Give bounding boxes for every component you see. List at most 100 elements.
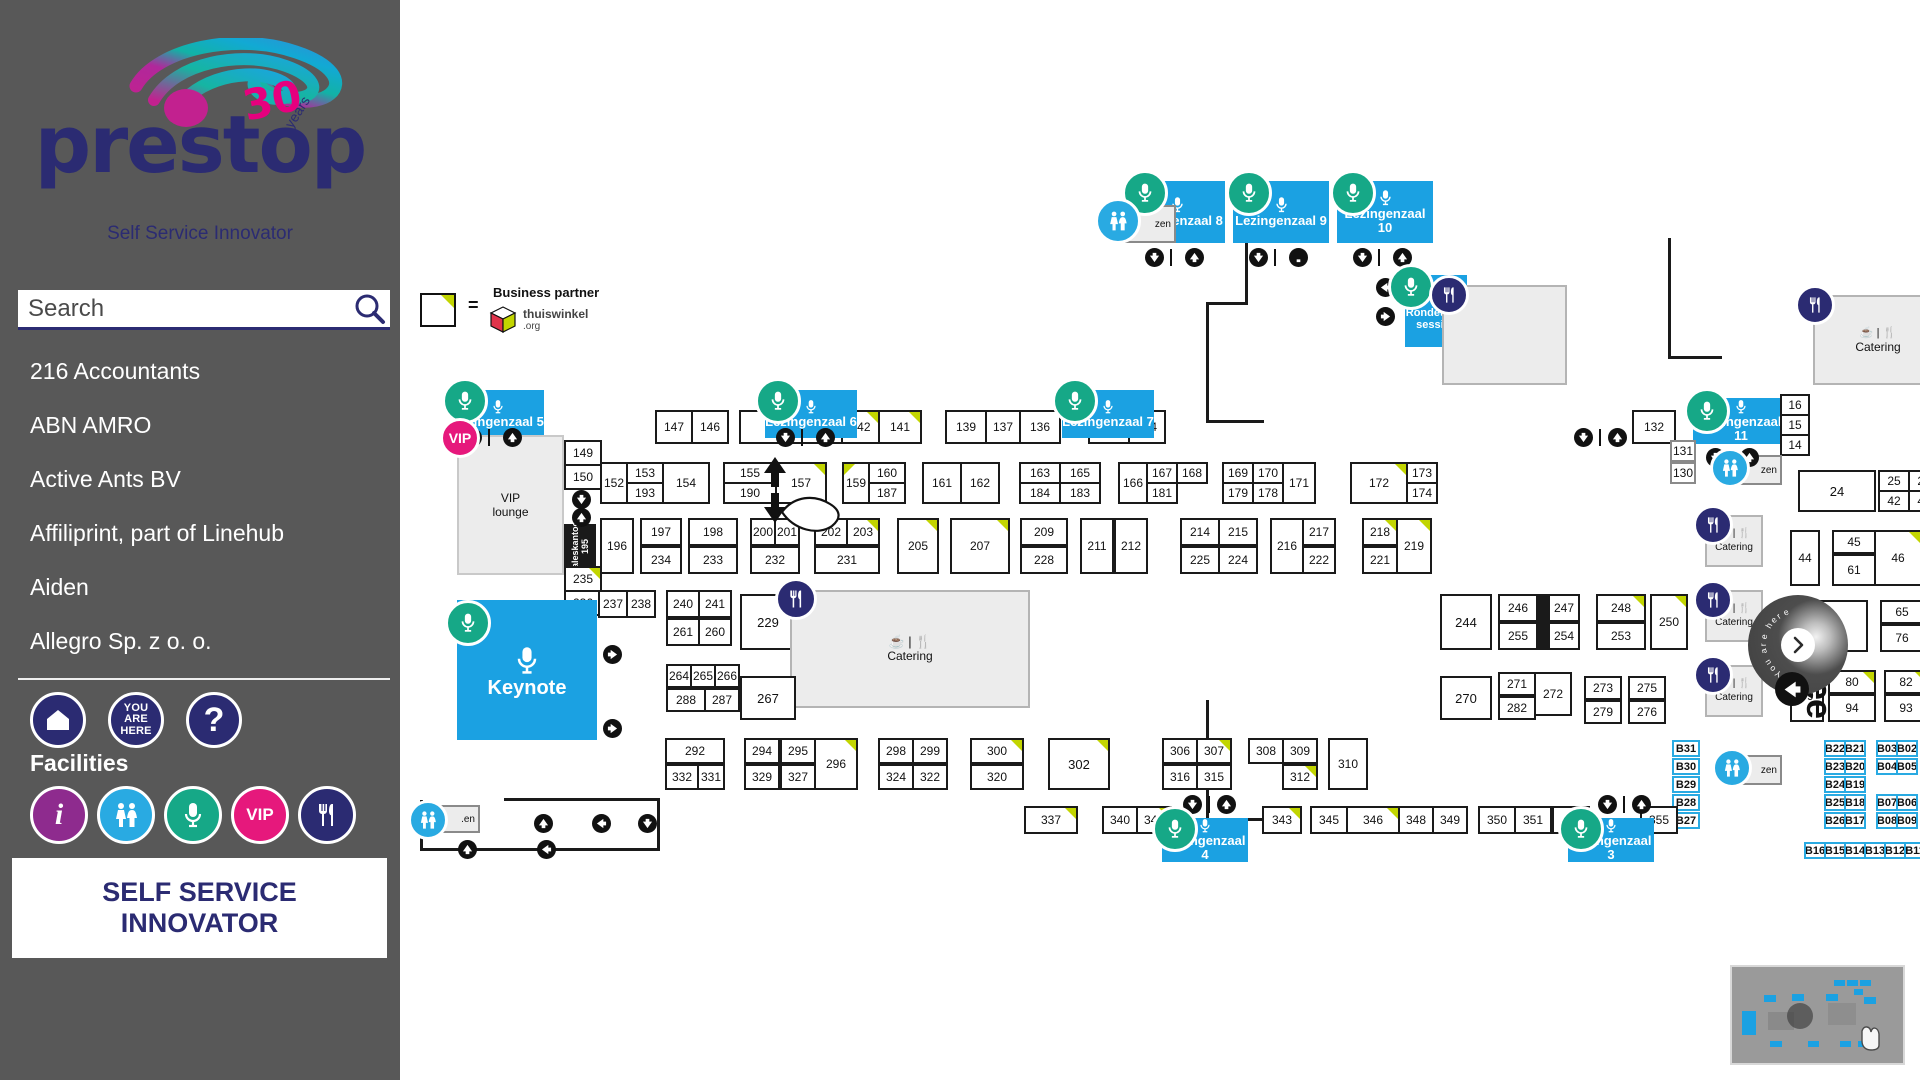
- booth[interactable]: 132: [1632, 410, 1676, 444]
- booth[interactable]: 349: [1432, 806, 1468, 834]
- booth[interactable]: 209: [1020, 518, 1068, 546]
- direction-marker-right[interactable]: [603, 719, 622, 738]
- booth[interactable]: 234: [640, 546, 682, 574]
- booth[interactable]: B31: [1672, 740, 1700, 757]
- pin-microphone[interactable]: [1558, 806, 1604, 852]
- booth[interactable]: B22: [1824, 740, 1846, 757]
- booth[interactable]: 65: [1880, 600, 1920, 624]
- booth[interactable]: 141: [878, 410, 922, 444]
- booth[interactable]: 320: [970, 764, 1024, 790]
- pin-microphone[interactable]: [442, 378, 488, 424]
- direction-marker-up[interactable]: [534, 814, 553, 833]
- booth[interactable]: 211: [1080, 518, 1114, 574]
- booth[interactable]: 203: [846, 518, 880, 546]
- booth[interactable]: 130: [1670, 462, 1696, 484]
- booth[interactable]: B11: [1904, 842, 1920, 859]
- booth[interactable]: B17: [1844, 812, 1866, 829]
- booth[interactable]: 264: [666, 664, 692, 688]
- booth[interactable]: 310: [1328, 738, 1368, 790]
- booth[interactable]: 315: [1196, 764, 1232, 790]
- booth[interactable]: 170: [1252, 462, 1284, 484]
- pin-catering[interactable]: [775, 578, 817, 620]
- pin-vip[interactable]: VIP: [440, 418, 480, 458]
- booth[interactable]: 217: [1302, 518, 1336, 546]
- booth[interactable]: B06: [1896, 794, 1918, 811]
- booth[interactable]: B05: [1896, 758, 1918, 775]
- booth[interactable]: 82: [1884, 670, 1920, 694]
- booth[interactable]: 147: [655, 410, 693, 444]
- booth[interactable]: 221: [1362, 546, 1398, 574]
- booth[interactable]: 150: [564, 464, 602, 490]
- direction-marker-down[interactable]: [572, 490, 591, 509]
- pin-restroom[interactable]: [408, 800, 448, 840]
- booth[interactable]: 42: [1878, 490, 1910, 512]
- booth[interactable]: 15: [1780, 414, 1810, 436]
- booth[interactable]: 292: [665, 738, 725, 764]
- pin-catering[interactable]: [1693, 655, 1733, 695]
- booth[interactable]: 184: [1019, 482, 1061, 504]
- booth[interactable]: 272: [1534, 672, 1572, 716]
- booth[interactable]: 76: [1880, 624, 1920, 652]
- booth[interactable]: 163: [1019, 462, 1061, 484]
- booth[interactable]: 146: [691, 410, 729, 444]
- booth[interactable]: 287: [704, 688, 740, 712]
- booth[interactable]: 173: [1406, 462, 1438, 484]
- booth[interactable]: 266: [714, 664, 740, 688]
- booth[interactable]: 294: [744, 738, 780, 764]
- booth[interactable]: B20: [1844, 758, 1866, 775]
- list-item[interactable]: ABN AMRO: [30, 398, 390, 452]
- pin-microphone[interactable]: [1684, 388, 1730, 434]
- booth[interactable]: 282: [1498, 696, 1536, 720]
- direction-marker-up[interactable]: [816, 428, 835, 447]
- booth[interactable]: 169: [1222, 462, 1254, 484]
- booth[interactable]: 172: [1350, 462, 1408, 504]
- booth[interactable]: 160: [868, 462, 906, 484]
- booth[interactable]: 279: [1584, 700, 1622, 724]
- direction-marker-down[interactable]: [1574, 428, 1593, 447]
- search-input[interactable]: [18, 290, 350, 327]
- booth[interactable]: 136: [1019, 410, 1061, 444]
- booth[interactable]: B09: [1896, 812, 1918, 829]
- booth[interactable]: 332: [665, 764, 699, 790]
- booth[interactable]: 261: [666, 618, 700, 646]
- direction-marker-up[interactable]: [503, 428, 522, 447]
- booth[interactable]: 276: [1628, 700, 1666, 724]
- booth[interactable]: 154: [662, 462, 710, 504]
- pin-catering[interactable]: [1795, 285, 1835, 325]
- booth[interactable]: B07: [1876, 794, 1898, 811]
- booth[interactable]: B19: [1844, 776, 1866, 793]
- booth[interactable]: 298: [878, 738, 914, 764]
- hall-catering-center[interactable]: ☕ | 🍴 Catering: [790, 590, 1030, 708]
- booth[interactable]: B14: [1844, 842, 1866, 859]
- booth[interactable]: 162: [960, 462, 1000, 504]
- booth[interactable]: 216: [1270, 518, 1304, 574]
- booth[interactable]: 308: [1248, 738, 1284, 764]
- booth[interactable]: B29: [1672, 776, 1700, 793]
- direction-marker-down[interactable]: [1353, 248, 1372, 267]
- booth[interactable]: 309: [1282, 738, 1318, 764]
- pin-restroom[interactable]: [1710, 448, 1750, 488]
- facility-lecture-hall-button[interactable]: [164, 786, 222, 844]
- booth[interactable]: 61: [1832, 554, 1876, 586]
- booth[interactable]: 26: [1908, 470, 1920, 492]
- booth[interactable]: 329: [744, 764, 780, 790]
- booth[interactable]: 214: [1180, 518, 1220, 546]
- booth[interactable]: B23: [1824, 758, 1846, 775]
- booth[interactable]: 316: [1162, 764, 1198, 790]
- booth[interactable]: 300: [970, 738, 1024, 764]
- facility-information-button[interactable]: i: [30, 786, 88, 844]
- booth[interactable]: 270: [1440, 676, 1492, 720]
- booth[interactable]: 198: [688, 518, 738, 546]
- booth[interactable]: 296: [814, 738, 858, 790]
- booth[interactable]: 215: [1218, 518, 1258, 546]
- booth[interactable]: 168: [1176, 462, 1208, 484]
- booth[interactable]: 197: [640, 518, 682, 546]
- booth[interactable]: 41: [1908, 490, 1920, 512]
- booth[interactable]: 238: [626, 590, 656, 618]
- list-item[interactable]: Allegro Sp. z o. o.: [30, 614, 390, 668]
- booth[interactable]: B25: [1824, 794, 1846, 811]
- booth[interactable]: 181: [1146, 482, 1178, 504]
- booth[interactable]: 131: [1670, 440, 1696, 462]
- booth[interactable]: B16: [1804, 842, 1826, 859]
- direction-marker-left[interactable]: [537, 840, 556, 859]
